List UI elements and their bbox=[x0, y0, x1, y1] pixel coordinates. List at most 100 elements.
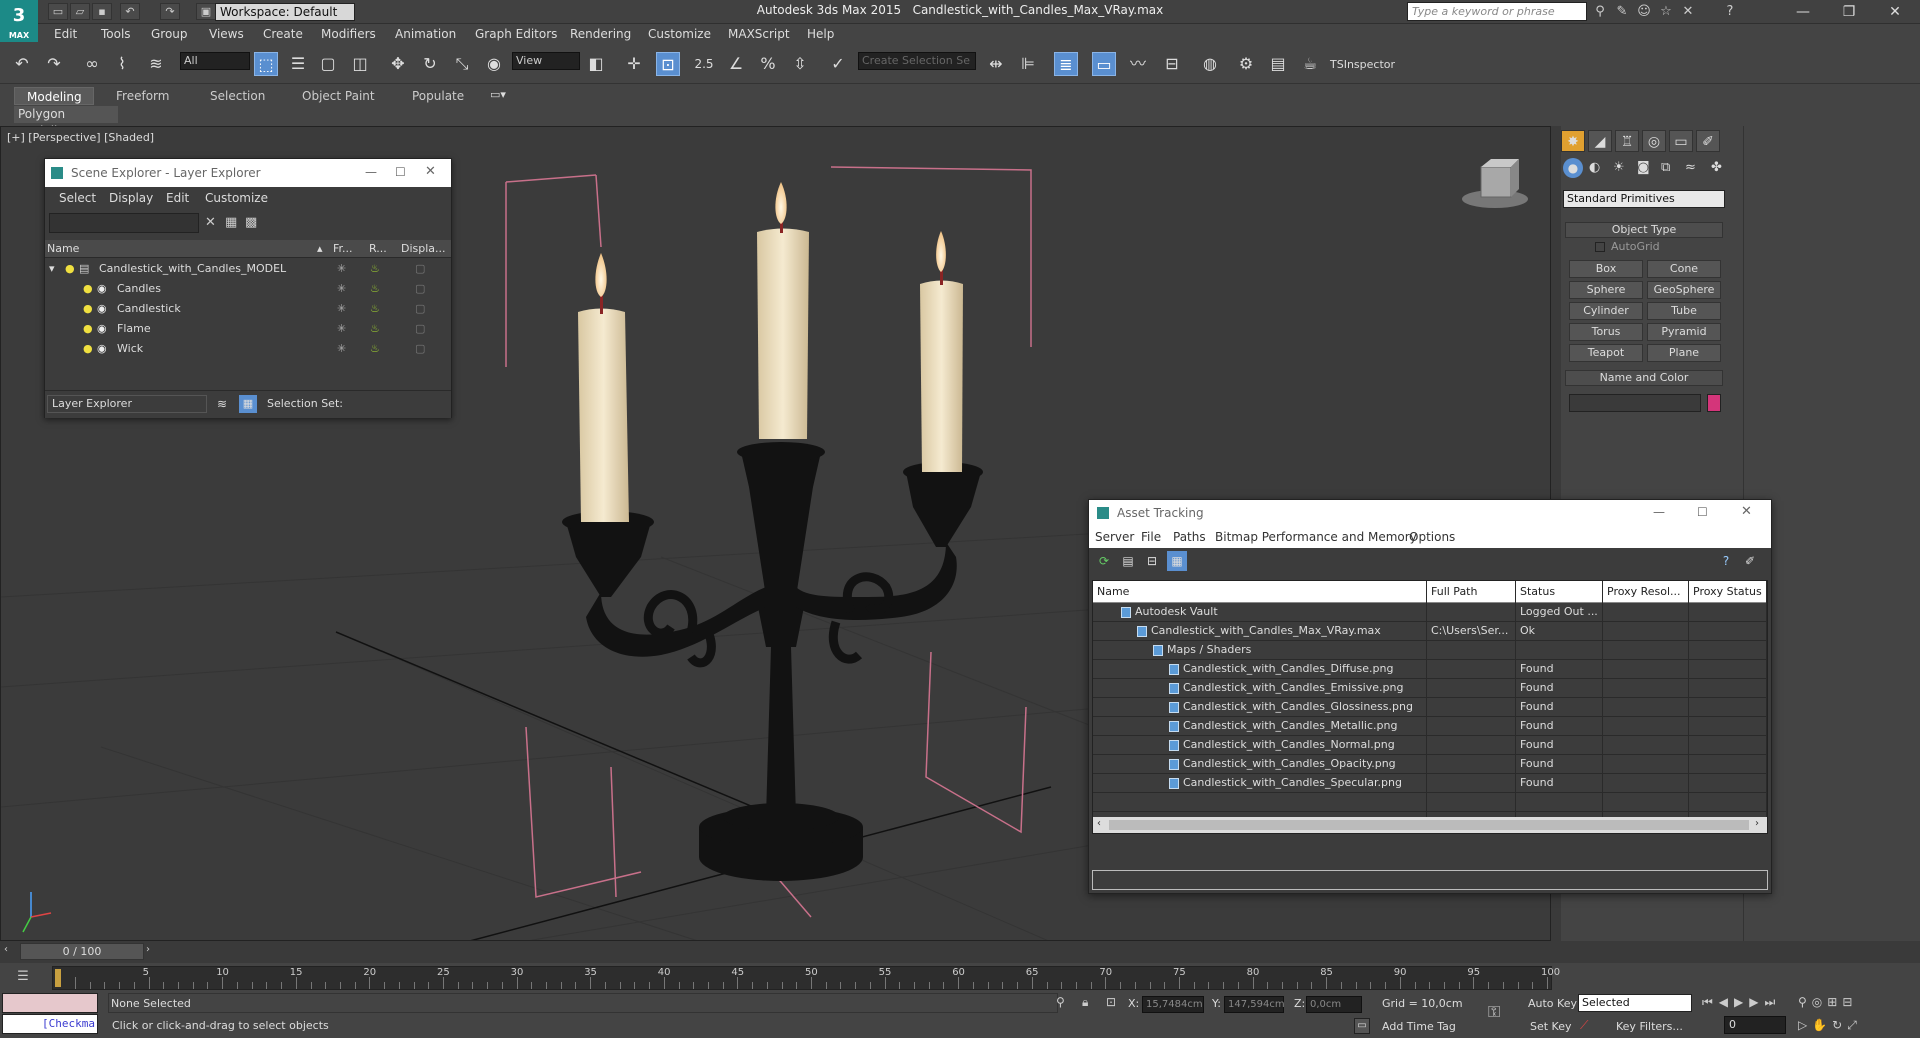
lightbulb-icon[interactable]: ● bbox=[83, 279, 93, 299]
selection-filter-dropdown[interactable]: All bbox=[180, 52, 250, 70]
asset-row[interactable]: Candlestick_with_Candles_Glossiness.png F… bbox=[1093, 698, 1767, 717]
layer-row[interactable]: ● ◉ Wick ✳ ♨ ▢ bbox=[45, 339, 451, 359]
undo-icon[interactable]: ↶ bbox=[10, 52, 34, 76]
ribbon-options-icon[interactable]: ▭▾ bbox=[490, 88, 506, 101]
menu-views[interactable]: Views bbox=[209, 27, 244, 41]
tab-selection[interactable]: Selection bbox=[198, 87, 277, 105]
mirror-icon[interactable]: ⇹ bbox=[984, 52, 1008, 76]
list-view-icon[interactable]: ▤ bbox=[1119, 552, 1137, 570]
menu-create[interactable]: Create bbox=[263, 27, 303, 41]
menu-maxscript[interactable]: MAXScript bbox=[728, 27, 790, 41]
utilities-tab-icon[interactable]: ✐ bbox=[1696, 130, 1720, 152]
menu-edit[interactable]: Edit bbox=[54, 27, 77, 41]
filter-icon[interactable]: ▩ bbox=[245, 215, 257, 230]
keyboard-shortcut-override-icon[interactable]: ⊡ bbox=[656, 52, 680, 76]
asset-row[interactable]: Candlestick_with_Candles_Diffuse.png Foun… bbox=[1093, 660, 1767, 679]
scene-explorer-search-input[interactable] bbox=[49, 213, 199, 233]
freeze-icon[interactable]: ✳ bbox=[337, 339, 346, 359]
minimize-icon[interactable]: — bbox=[365, 165, 377, 179]
tsinspector-label[interactable]: TSInspector bbox=[1330, 58, 1395, 71]
current-frame-field[interactable]: 0 bbox=[1724, 1016, 1786, 1034]
percent-snap-icon[interactable]: % bbox=[756, 52, 780, 76]
lightbulb-icon[interactable]: ● bbox=[83, 339, 93, 359]
column-name[interactable]: Name bbox=[47, 242, 79, 255]
save-file-icon[interactable]: ▪ bbox=[92, 3, 112, 20]
polygon-modeling-bar[interactable]: Polygon Modeling bbox=[14, 106, 118, 138]
close-button[interactable]: ✕ bbox=[1872, 0, 1918, 24]
tab-object-paint[interactable]: Object Paint bbox=[290, 87, 387, 105]
column-display[interactable]: Displa... bbox=[401, 242, 446, 255]
open-file-icon[interactable]: ▱ bbox=[70, 3, 90, 20]
select-object-icon[interactable]: ⬚ bbox=[254, 52, 278, 76]
new-file-icon[interactable]: ▭ bbox=[48, 3, 68, 20]
column-render[interactable]: R... bbox=[369, 242, 387, 255]
display-tab-icon[interactable]: ▭ bbox=[1669, 130, 1693, 152]
redo-icon[interactable]: ↷ bbox=[160, 3, 180, 20]
render-teapot-icon[interactable]: ♨ bbox=[370, 319, 380, 339]
scrollbar-thumb[interactable] bbox=[1109, 820, 1749, 830]
display-box-icon[interactable]: ▢ bbox=[415, 319, 425, 339]
menu-help[interactable]: Help bbox=[807, 27, 834, 41]
track-bar[interactable]: 5 10 15 20 25 30 35 40 45 50 55 60 65 70 75 80 85 90 95 100 bbox=[52, 966, 1560, 990]
at-menu-options[interactable]: Options bbox=[1409, 530, 1455, 544]
render-setup-icon[interactable]: ⚙ bbox=[1234, 52, 1258, 76]
column-proxy-resolution[interactable]: Proxy Resol... bbox=[1603, 581, 1689, 603]
hierarchy-tab-icon[interactable]: ♖ bbox=[1615, 130, 1639, 152]
maximize-icon[interactable]: ☐ bbox=[1697, 505, 1708, 519]
exchange-icon[interactable]: ✕ bbox=[1678, 3, 1698, 20]
maximize-icon[interactable]: ☐ bbox=[395, 165, 406, 179]
help-icon[interactable]: ? bbox=[1720, 3, 1740, 20]
tree-view-icon[interactable]: ⊟ bbox=[1143, 552, 1161, 570]
sphere-button[interactable]: Sphere bbox=[1569, 281, 1643, 299]
search-input[interactable]: Type a keyword or phrase bbox=[1407, 2, 1587, 21]
window-crossing-icon[interactable]: ◫ bbox=[348, 52, 372, 76]
box-button[interactable]: Box bbox=[1569, 260, 1643, 278]
geosphere-button[interactable]: GeoSphere bbox=[1647, 281, 1721, 299]
lightbulb-icon[interactable]: ● bbox=[83, 299, 93, 319]
snap-toggle-icon[interactable]: 2.5 bbox=[692, 52, 716, 76]
rectangular-selection-icon[interactable]: ▢ bbox=[316, 52, 340, 76]
column-proxy-status[interactable]: Proxy Status bbox=[1689, 581, 1767, 603]
torus-button[interactable]: Torus bbox=[1569, 323, 1643, 341]
workspace-dropdown[interactable]: Workspace: Default bbox=[215, 3, 355, 21]
viewport-navigation-controls-2[interactable]: ▷✋↻⤢ bbox=[1798, 1018, 1862, 1033]
display-box-icon[interactable]: ▢ bbox=[415, 259, 425, 279]
angle-snap-icon[interactable]: ∠ bbox=[724, 52, 748, 76]
asset-row[interactable]: Candlestick_with_Candles_Max_VRay.max C:\… bbox=[1093, 622, 1767, 641]
asset-row[interactable]: Autodesk Vault Logged Out ... bbox=[1093, 603, 1767, 622]
cylinder-button[interactable]: Cylinder bbox=[1569, 302, 1643, 320]
freeze-icon[interactable]: ✳ bbox=[337, 279, 346, 299]
schematic-view-icon[interactable]: ⊟ bbox=[1160, 52, 1184, 76]
asset-path-field[interactable] bbox=[1092, 870, 1768, 890]
layer-row-root[interactable]: ▾ ● ▤ Candlestick_with_Candles_MODEL ✳ ♨… bbox=[45, 259, 451, 279]
rotate-icon[interactable]: ↻ bbox=[418, 52, 442, 76]
motion-tab-icon[interactable]: ◎ bbox=[1642, 130, 1666, 152]
time-slider[interactable]: ‹ 0 / 100 › bbox=[0, 941, 1920, 963]
edit-named-selection-icon[interactable]: ✓ bbox=[826, 52, 850, 76]
teapot-button[interactable]: Teapot bbox=[1569, 344, 1643, 362]
asset-row[interactable]: Candlestick_with_Candles_Normal.png Found bbox=[1093, 736, 1767, 755]
mini-curve-editor-icon[interactable]: ☰ bbox=[6, 965, 40, 989]
explorer-type-dropdown[interactable]: Layer Explorer bbox=[47, 395, 207, 413]
display-box-icon[interactable]: ▢ bbox=[415, 299, 425, 319]
isolate-selection-icon[interactable]: ⚲ bbox=[1056, 995, 1065, 1009]
column-status[interactable]: Status bbox=[1516, 581, 1603, 603]
lights-icon[interactable]: ☀ bbox=[1613, 160, 1625, 175]
z-coordinate-field[interactable]: 0,0cm bbox=[1306, 996, 1362, 1013]
undo-icon[interactable]: ↶ bbox=[120, 3, 140, 20]
tab-populate[interactable]: Populate bbox=[400, 87, 476, 105]
expand-arrow-icon[interactable]: ▾ bbox=[49, 259, 55, 279]
tab-modeling[interactable]: Modeling bbox=[14, 87, 94, 105]
selection-lock-icon[interactable]: 🔒︎ bbox=[1082, 995, 1088, 1010]
pin-icon[interactable]: ✐ bbox=[1741, 552, 1759, 570]
y-coordinate-field[interactable]: 147,594cm bbox=[1224, 996, 1285, 1013]
redo-icon[interactable]: ↷ bbox=[42, 52, 66, 76]
refresh-icon[interactable]: ⟳ bbox=[1095, 552, 1113, 570]
help-icon[interactable]: ? bbox=[1717, 552, 1735, 570]
render-teapot-icon[interactable]: ♨ bbox=[370, 339, 380, 359]
primitive-category-dropdown[interactable]: Standard Primitives bbox=[1563, 190, 1725, 208]
binoculars-icon[interactable]: ⚲ bbox=[1590, 3, 1610, 20]
modify-tab-icon[interactable]: ◢ bbox=[1588, 130, 1612, 152]
se-menu-display[interactable]: Display bbox=[109, 191, 153, 205]
viewport-navigation-controls[interactable]: ⚲◎⊞⊟ bbox=[1798, 995, 1857, 1009]
